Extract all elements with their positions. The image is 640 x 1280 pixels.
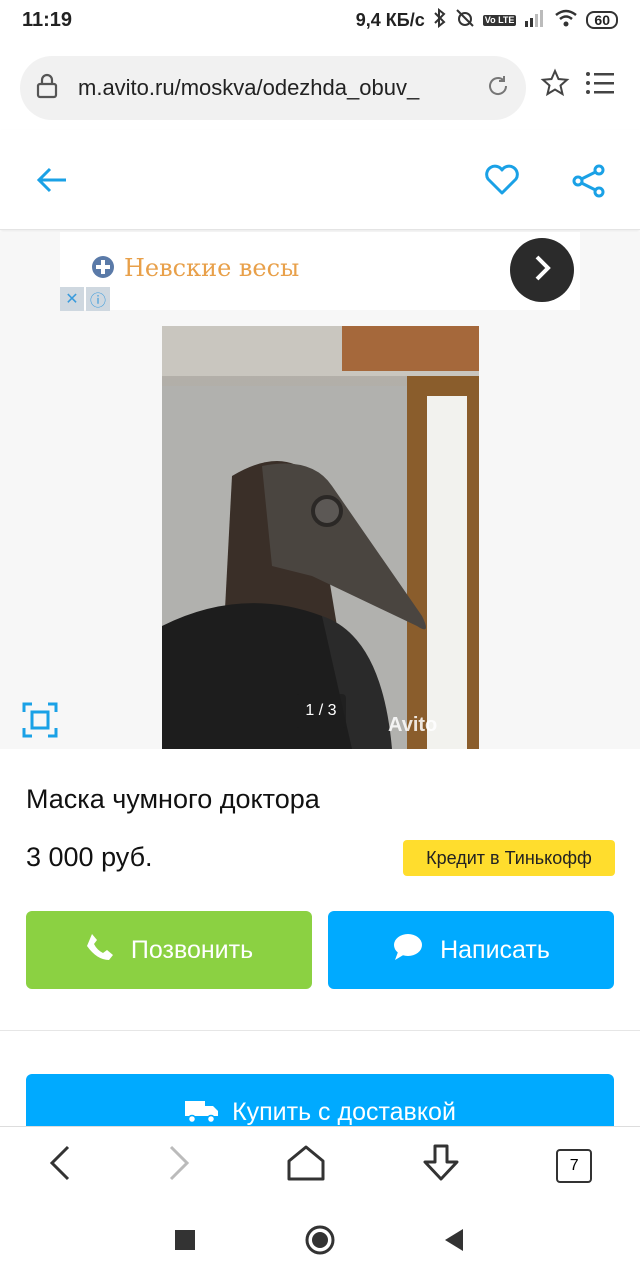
ad-arrow-button[interactable] [510,238,574,302]
volte-icon: Vo LTE [482,14,517,26]
chat-bubble-icon [392,932,424,969]
reload-icon[interactable] [486,74,510,103]
ad-logo-icon [90,254,116,285]
chevron-right-icon [529,253,555,288]
ad-controls: ✕ ⓘ [60,287,112,311]
system-home-icon[interactable] [305,1225,335,1260]
item-photo[interactable] [162,326,479,749]
back-arrow-icon[interactable] [36,166,68,199]
battery-indicator: 60 [586,11,618,29]
call-button[interactable]: Позвонить [26,911,312,989]
item-title: Маска чумного доктора [26,784,320,814]
ad-info-icon[interactable]: ⓘ [86,287,110,311]
plague-mask-photo [162,326,479,749]
url-text[interactable]: m.avito.ru/moskva/odezhda_obuv_ [78,75,438,101]
system-nav-bar [0,1204,640,1280]
browser-actions [540,68,616,103]
tabs-count-button[interactable]: 7 [556,1148,593,1183]
network-speed: 9,4 КБ/с [355,9,425,30]
status-icons: 9,4 КБ/с Vo LTE 60 [355,7,618,33]
browser-bottom-nav: 7 [0,1126,640,1204]
item-price: 3 000 руб. [26,842,153,872]
system-back-icon[interactable] [445,1228,465,1256]
ad-banner[interactable]: Невские весы ✕ ⓘ [60,232,580,311]
photo-counter: 1 / 3 [296,694,346,728]
browser-back-icon[interactable] [48,1145,72,1186]
photo-gallery[interactable]: Невские весы ✕ ⓘ 1 / 3 Avito [0,232,640,749]
lock-icon [36,73,58,104]
menu-icon[interactable] [584,69,616,102]
ad-title[interactable]: Невские весы [124,254,299,282]
avito-watermark: Avito [388,714,438,736]
item-header [0,130,640,230]
alarm-off-icon [455,8,475,33]
phone-icon [85,932,115,969]
signal-icon [524,9,546,32]
recent-apps-icon[interactable] [175,1229,195,1255]
favorite-heart-icon[interactable] [484,164,520,201]
browser-forward-icon[interactable] [167,1145,191,1186]
bookmark-star-icon[interactable] [540,68,570,103]
divider [0,1030,640,1031]
write-button-label: Написать [440,935,550,964]
write-button[interactable]: Написать [328,911,614,989]
status-time: 11:19 [22,8,73,31]
credit-badge[interactable]: Кредит в Тинькофф [403,840,615,876]
delivery-button-label: Купить с доставкой [232,1098,456,1126]
call-button-label: Позвонить [130,935,254,964]
ad-close-icon[interactable]: ✕ [60,287,84,311]
download-icon[interactable] [421,1144,461,1187]
wifi-icon [554,9,578,32]
bluetooth-icon [433,7,447,33]
share-icon[interactable] [572,164,606,203]
fullscreen-icon[interactable] [22,702,58,743]
home-icon[interactable] [287,1145,325,1186]
address-bar[interactable]: m.avito.ru/moskva/odezhda_obuv_ [20,56,526,120]
status-bar: 11:19 9,4 КБ/с Vo LTE 60 [0,0,640,40]
